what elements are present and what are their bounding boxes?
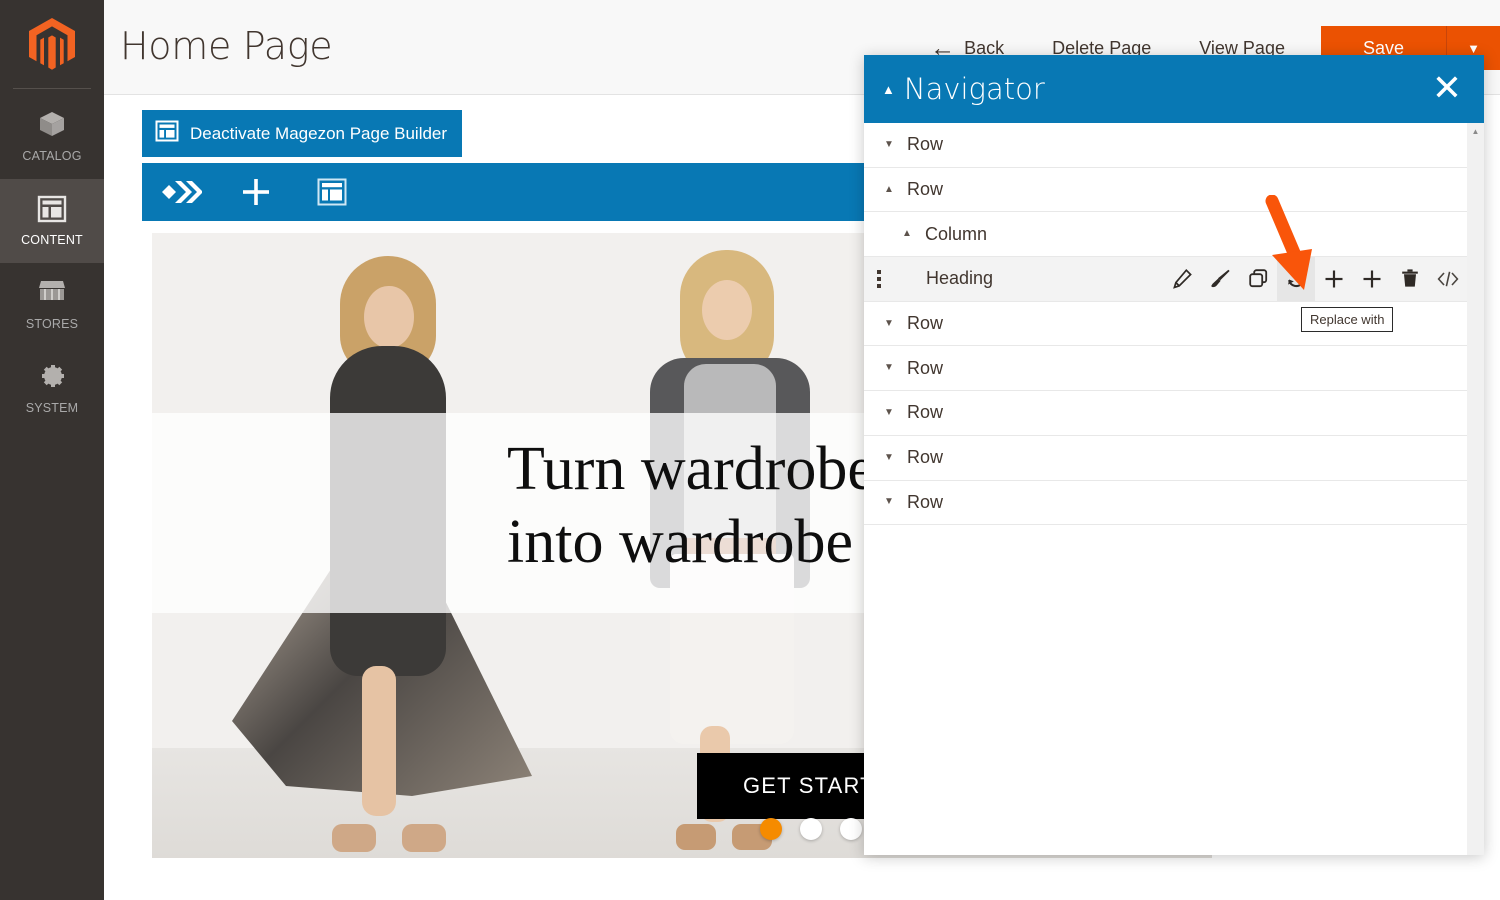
duplicate-icon[interactable]	[1239, 257, 1277, 301]
chevron-down-icon[interactable]: ▼	[884, 139, 897, 150]
replace-refresh-icon[interactable]	[1277, 257, 1315, 301]
chevron-down-icon[interactable]: ▼	[884, 407, 897, 418]
chevron-down-icon[interactable]: ▼	[884, 497, 897, 507]
tree-item-column[interactable]: ▲ Column	[864, 212, 1467, 258]
tree-item-label: Column	[925, 223, 988, 244]
magento-logo-icon[interactable]	[0, 0, 104, 88]
tree-item-toolbar	[1163, 257, 1467, 301]
tree-item-label: Row	[907, 357, 944, 378]
navigator-tree: ▼ Row ▲ Row ▲ Column Heading ▼ Row ▼ Row…	[864, 123, 1484, 855]
deactivate-label: Deactivate Magezon Page Builder	[190, 123, 448, 143]
navigator-panel: ▲ Navigator ✕ ▼ Row ▲ Row ▲ Column Headi…	[864, 55, 1484, 855]
sidebar-divider	[13, 88, 91, 89]
sidebar-item-system[interactable]: SYSTEM	[0, 347, 104, 431]
navigator-title: Navigator	[903, 72, 1045, 106]
sidebar-item-label: STORES	[25, 317, 79, 331]
page-title: Home Page	[120, 24, 333, 68]
carousel-dot-3[interactable]	[840, 818, 862, 840]
sidebar-item-label: SYSTEM	[25, 401, 79, 415]
tree-item-label: Row	[907, 402, 944, 423]
code-icon[interactable]	[1429, 257, 1467, 301]
navigator-header: ▲ Navigator ✕	[864, 55, 1484, 123]
carousel-dot-2[interactable]	[800, 818, 822, 840]
layout-icon	[0, 193, 104, 227]
chevron-down-icon[interactable]: ▼	[884, 452, 897, 463]
chevron-up-icon[interactable]: ▲	[884, 184, 897, 195]
tree-item-row[interactable]: ▼ Row	[864, 435, 1467, 481]
tree-item-label: Row	[907, 491, 944, 512]
navigator-scrollbar[interactable]: ▲	[1467, 123, 1484, 855]
tree-item-row[interactable]: ▼ Row	[864, 391, 1467, 436]
tree-item-row[interactable]: ▲ Row	[864, 167, 1467, 213]
tree-item-label: Row	[907, 179, 944, 200]
add-before-plus-icon[interactable]	[1315, 257, 1353, 301]
drag-handle-icon[interactable]	[872, 269, 886, 288]
paintbrush-icon[interactable]	[1201, 257, 1239, 301]
add-after-plus-icon[interactable]	[1353, 257, 1391, 301]
tree-item-heading[interactable]: Heading	[864, 257, 1467, 302]
template-layout-icon[interactable]	[294, 163, 370, 221]
app-root: CATALOG CONTENT STORES SYSTEM Home Page …	[0, 0, 1500, 900]
tree-item-row[interactable]: ▼ Row	[864, 346, 1467, 392]
chevron-up-icon[interactable]: ▲	[902, 229, 915, 239]
sidebar-item-content[interactable]: CONTENT	[0, 179, 104, 263]
carousel-dots	[760, 818, 862, 840]
tree-item-row[interactable]: ▼ Row	[864, 480, 1467, 526]
magezon-logo-icon[interactable]	[142, 163, 218, 221]
hero-heading-line1: Turn wardrobe	[507, 435, 875, 503]
tree-item-label: Row	[907, 447, 944, 468]
replace-with-tooltip: Replace with	[1301, 307, 1394, 332]
sidebar-item-label: CONTENT	[21, 233, 83, 247]
sidebar-item-stores[interactable]: STORES	[0, 263, 104, 347]
storefront-icon	[0, 277, 104, 311]
deactivate-page-builder-button[interactable]: Deactivate Magezon Page Builder	[142, 110, 463, 157]
gear-icon	[0, 361, 104, 395]
tree-item-label: Row	[907, 134, 944, 155]
tree-item-label: Heading	[926, 268, 994, 289]
caret-up-icon[interactable]: ▲	[882, 83, 895, 96]
hero-heading: Turn wardrobe into wardrobe	[507, 433, 875, 578]
admin-sidebar: CATALOG CONTENT STORES SYSTEM	[0, 0, 104, 900]
trash-icon[interactable]	[1391, 257, 1429, 301]
scroll-up-icon[interactable]: ▲	[1467, 123, 1484, 140]
tree-item-label: Row	[907, 313, 944, 334]
close-icon[interactable]: ✕	[1432, 71, 1462, 107]
carousel-dot-1[interactable]	[760, 818, 782, 840]
chevron-down-icon[interactable]: ▼	[884, 318, 897, 329]
hero-heading-line2: into wardrobe	[507, 507, 854, 576]
sidebar-item-label: CATALOG	[22, 149, 82, 163]
plus-icon[interactable]	[218, 163, 294, 221]
edit-pencil-icon[interactable]	[1163, 257, 1201, 301]
box-icon	[0, 109, 104, 143]
tree-item-row[interactable]: ▼ Row	[864, 123, 1467, 168]
sidebar-item-catalog[interactable]: CATALOG	[0, 95, 104, 179]
layout-icon	[155, 119, 179, 148]
chevron-down-icon[interactable]: ▼	[884, 363, 897, 373]
